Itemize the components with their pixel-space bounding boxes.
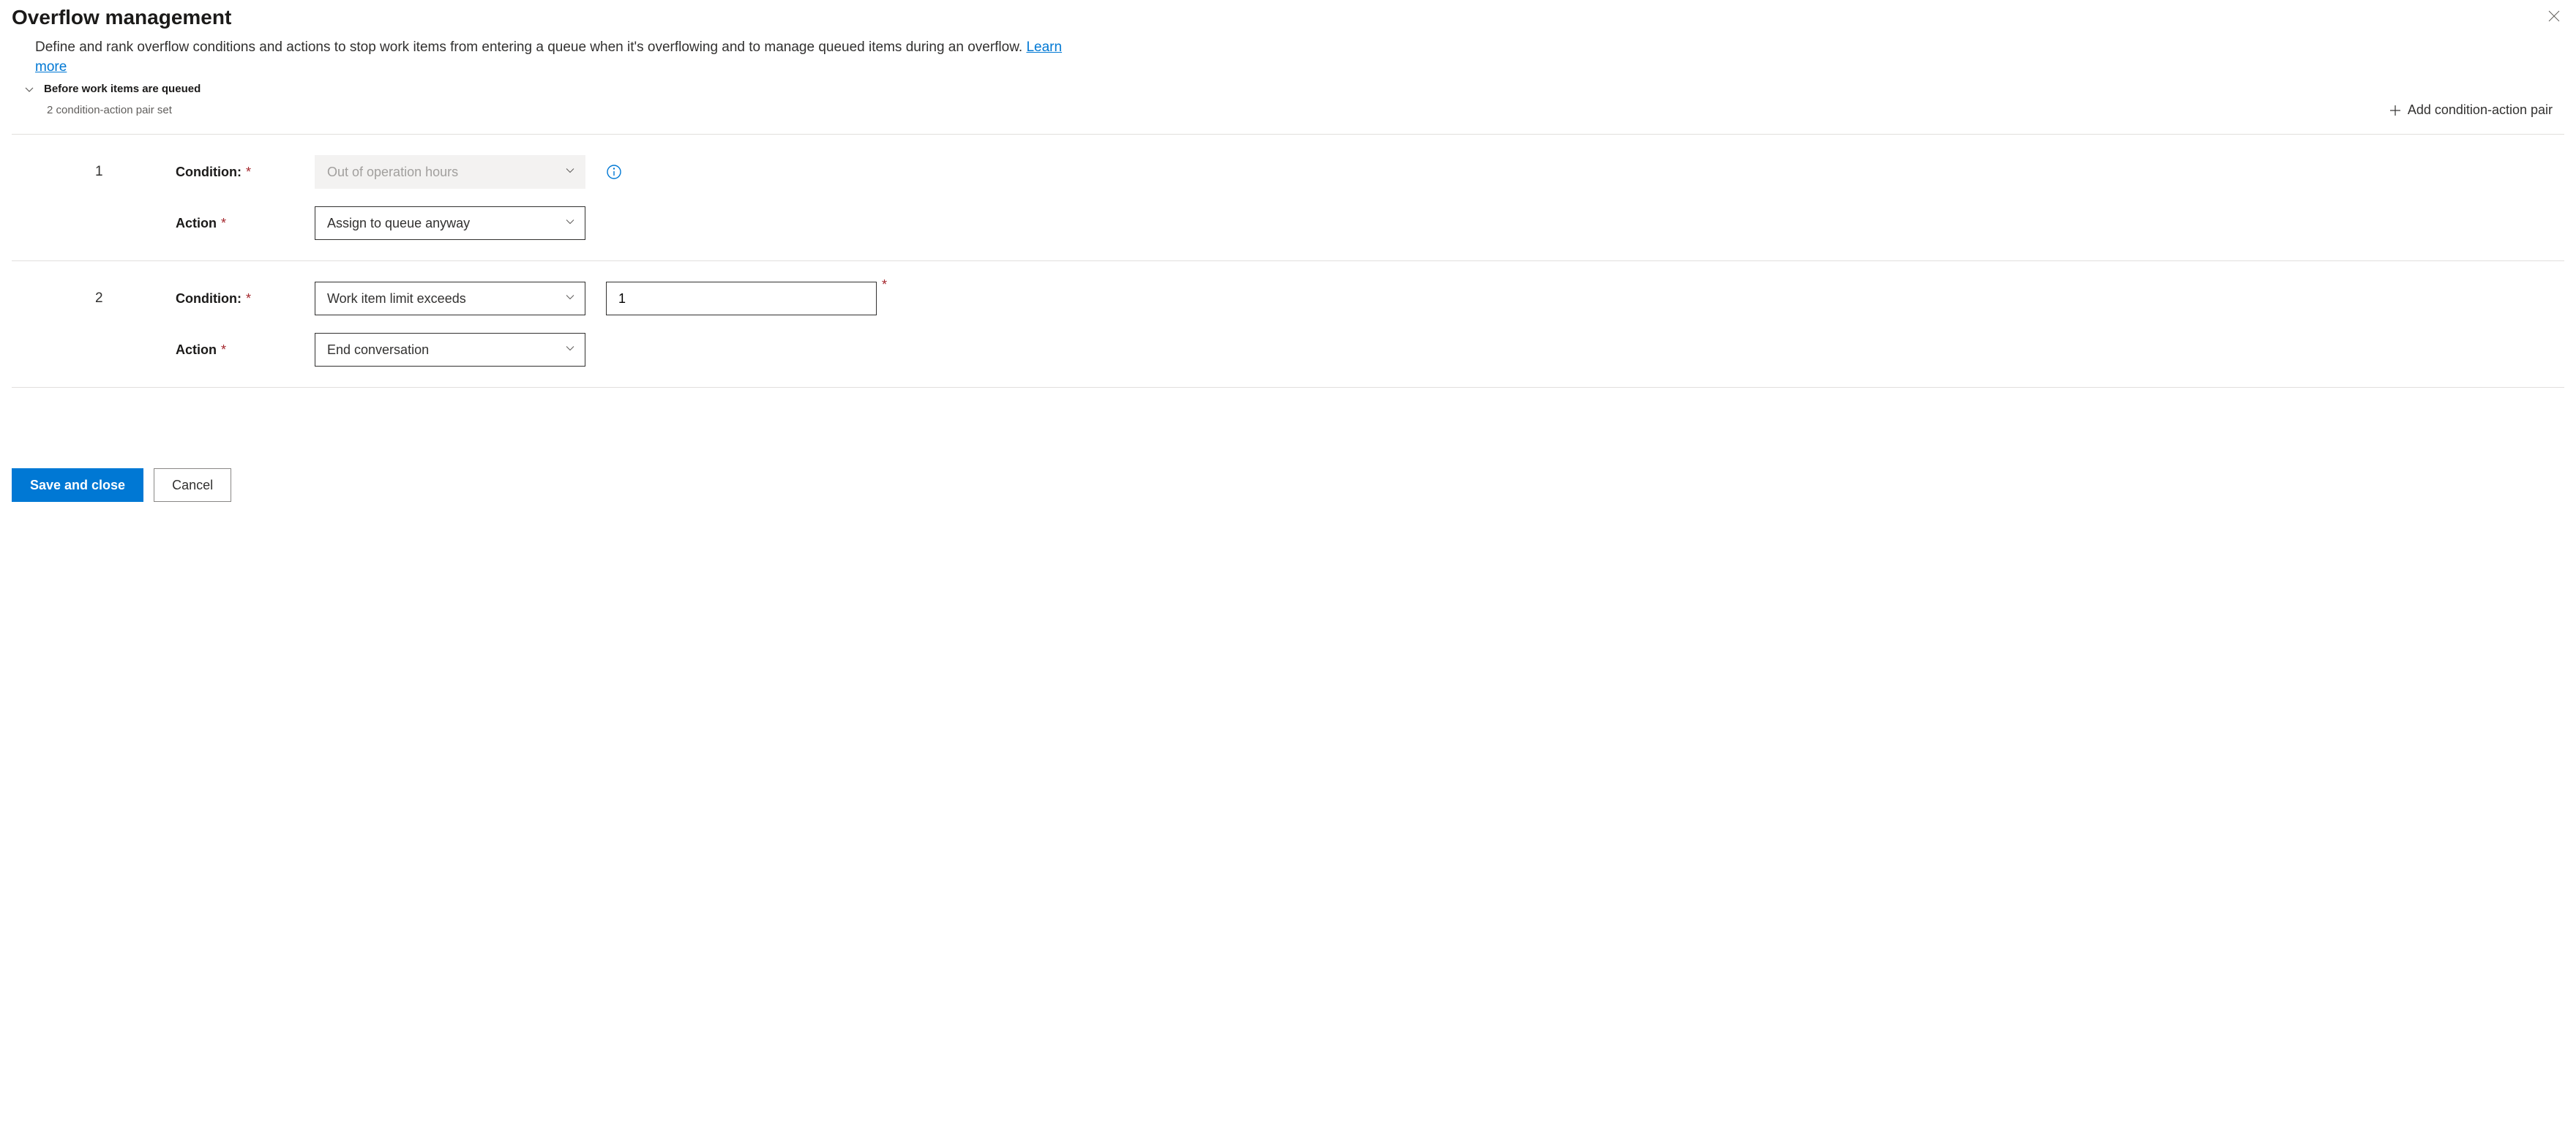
condition-select-value: Work item limit exceeds <box>315 282 585 315</box>
condition-action-pair: 1 Condition:* Out of operation hours <box>12 135 2564 261</box>
footer-actions: Save and close Cancel <box>12 468 2564 502</box>
condition-select-value: Out of operation hours <box>315 155 585 189</box>
save-and-close-button[interactable]: Save and close <box>12 468 143 502</box>
section-title: Before work items are queued <box>44 83 201 95</box>
page-description: Define and rank overflow conditions and … <box>35 38 1074 77</box>
section-subtitle: 2 condition-action pair set <box>47 104 172 116</box>
close-icon <box>2547 9 2561 23</box>
add-pair-label: Add condition-action pair <box>2408 102 2553 118</box>
plus-icon <box>2389 104 2402 117</box>
action-select[interactable]: Assign to queue anyway <box>315 206 585 240</box>
required-indicator: * <box>882 277 887 293</box>
condition-select: Out of operation hours <box>315 155 585 189</box>
cancel-button[interactable]: Cancel <box>154 468 231 502</box>
description-text: Define and rank overflow conditions and … <box>35 40 1026 55</box>
add-condition-action-button[interactable]: Add condition-action pair <box>2383 100 2558 121</box>
action-select[interactable]: End conversation <box>315 333 585 367</box>
action-label: Action* <box>176 216 315 231</box>
required-indicator: * <box>221 216 226 230</box>
condition-action-pair: 2 Condition:* Work item limit exceeds * … <box>12 261 2564 388</box>
required-indicator: * <box>246 291 251 306</box>
required-indicator: * <box>246 165 251 179</box>
condition-select[interactable]: Work item limit exceeds <box>315 282 585 315</box>
condition-label: Condition:* <box>176 165 315 180</box>
section-header[interactable]: Before work items are queued <box>23 83 2564 95</box>
action-select-value: Assign to queue anyway <box>315 206 585 240</box>
required-indicator: * <box>221 342 226 357</box>
pair-index: 1 <box>95 164 176 180</box>
action-select-value: End conversation <box>315 333 585 367</box>
condition-label: Condition:* <box>176 291 315 307</box>
limit-value-input[interactable] <box>606 282 877 315</box>
action-label: Action* <box>176 342 315 358</box>
info-icon[interactable] <box>606 164 622 180</box>
close-button[interactable] <box>2544 6 2564 26</box>
page-title: Overflow management <box>12 6 231 29</box>
chevron-down-icon <box>23 83 35 95</box>
pair-index: 2 <box>95 290 176 307</box>
